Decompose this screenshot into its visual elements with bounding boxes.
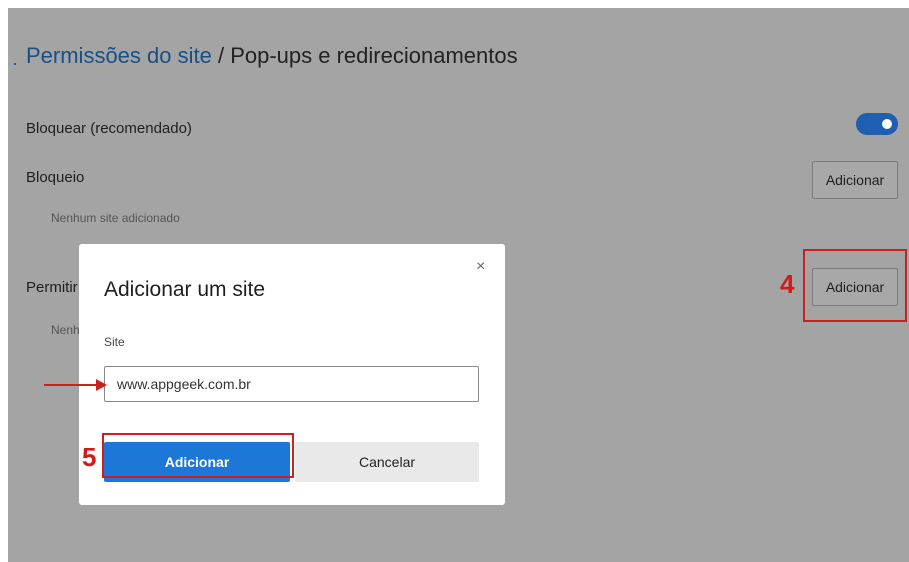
page-title: Permissões do site / Pop-ups e redirecio…: [26, 43, 518, 69]
allow-list-label: Permitir: [26, 279, 78, 296]
block-toggle[interactable]: [856, 113, 898, 135]
close-icon[interactable]: ×: [476, 258, 485, 276]
allow-empty-text: Nenh: [51, 323, 80, 337]
settings-page: Permissões do site / Pop-ups e redirecio…: [8, 8, 909, 562]
highlight-box-step-5: [102, 433, 294, 478]
edge-mark: [14, 63, 16, 65]
block-add-button[interactable]: Adicionar: [812, 161, 898, 199]
toggle-knob: [882, 119, 892, 129]
step-4-number: 4: [780, 269, 795, 299]
breadcrumb-link[interactable]: Permissões do site: [26, 43, 212, 68]
dialog-title: Adicionar um site: [104, 278, 266, 301]
page-title-text: Pop-ups e redirecionamentos: [230, 43, 518, 68]
block-list-label: Bloqueio: [26, 169, 85, 186]
block-empty-text: Nenhum site adicionado: [51, 211, 180, 225]
breadcrumb-separator: /: [211, 43, 231, 68]
step-5-number: 5: [82, 442, 97, 472]
highlight-box-step-4: [803, 249, 907, 322]
block-setting-label: Bloquear (recomendado): [26, 120, 192, 137]
site-input[interactable]: www.appgeek.com.br: [104, 366, 479, 402]
dialog-cancel-button[interactable]: Cancelar: [295, 442, 479, 482]
site-field-label: Site: [104, 335, 125, 349]
arrow-icon: [44, 379, 107, 391]
